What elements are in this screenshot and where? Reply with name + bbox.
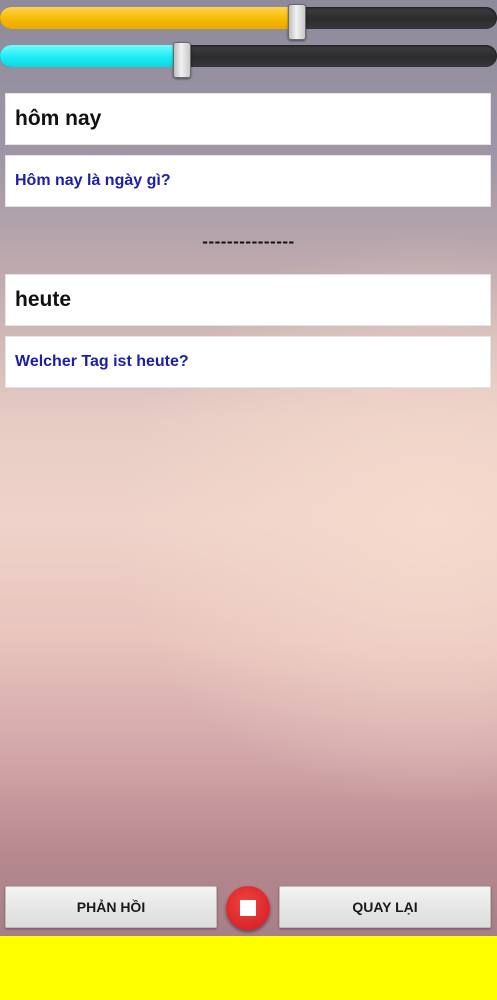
source-word-text: hôm nay — [15, 107, 102, 130]
stop-button[interactable] — [226, 886, 270, 930]
speed-slider-fill — [0, 7, 296, 29]
source-word-card[interactable]: hôm nay — [5, 93, 491, 145]
feedback-button[interactable]: PHẢN HỒI — [5, 886, 217, 928]
stop-icon — [240, 900, 256, 916]
back-button[interactable]: QUAY LẠI — [279, 886, 491, 928]
ad-banner[interactable] — [0, 936, 497, 1000]
language-divider: --------------- — [202, 232, 295, 251]
target-word-text: heute — [15, 288, 72, 311]
target-word-card[interactable]: heute — [5, 274, 491, 326]
speed-slider[interactable] — [0, 4, 497, 40]
source-sentence-card[interactable]: Hôm nay là ngày gì? — [5, 155, 491, 207]
target-sentence-card[interactable]: Welcher Tag ist heute? — [5, 336, 491, 388]
pitch-slider-thumb[interactable] — [173, 42, 191, 78]
source-sentence-text: Hôm nay là ngày gì? — [15, 172, 171, 189]
target-sentence-text: Welcher Tag ist heute? — [15, 353, 189, 370]
pitch-slider-fill — [0, 45, 181, 67]
pitch-slider[interactable] — [0, 42, 497, 78]
speed-slider-thumb[interactable] — [288, 4, 306, 40]
